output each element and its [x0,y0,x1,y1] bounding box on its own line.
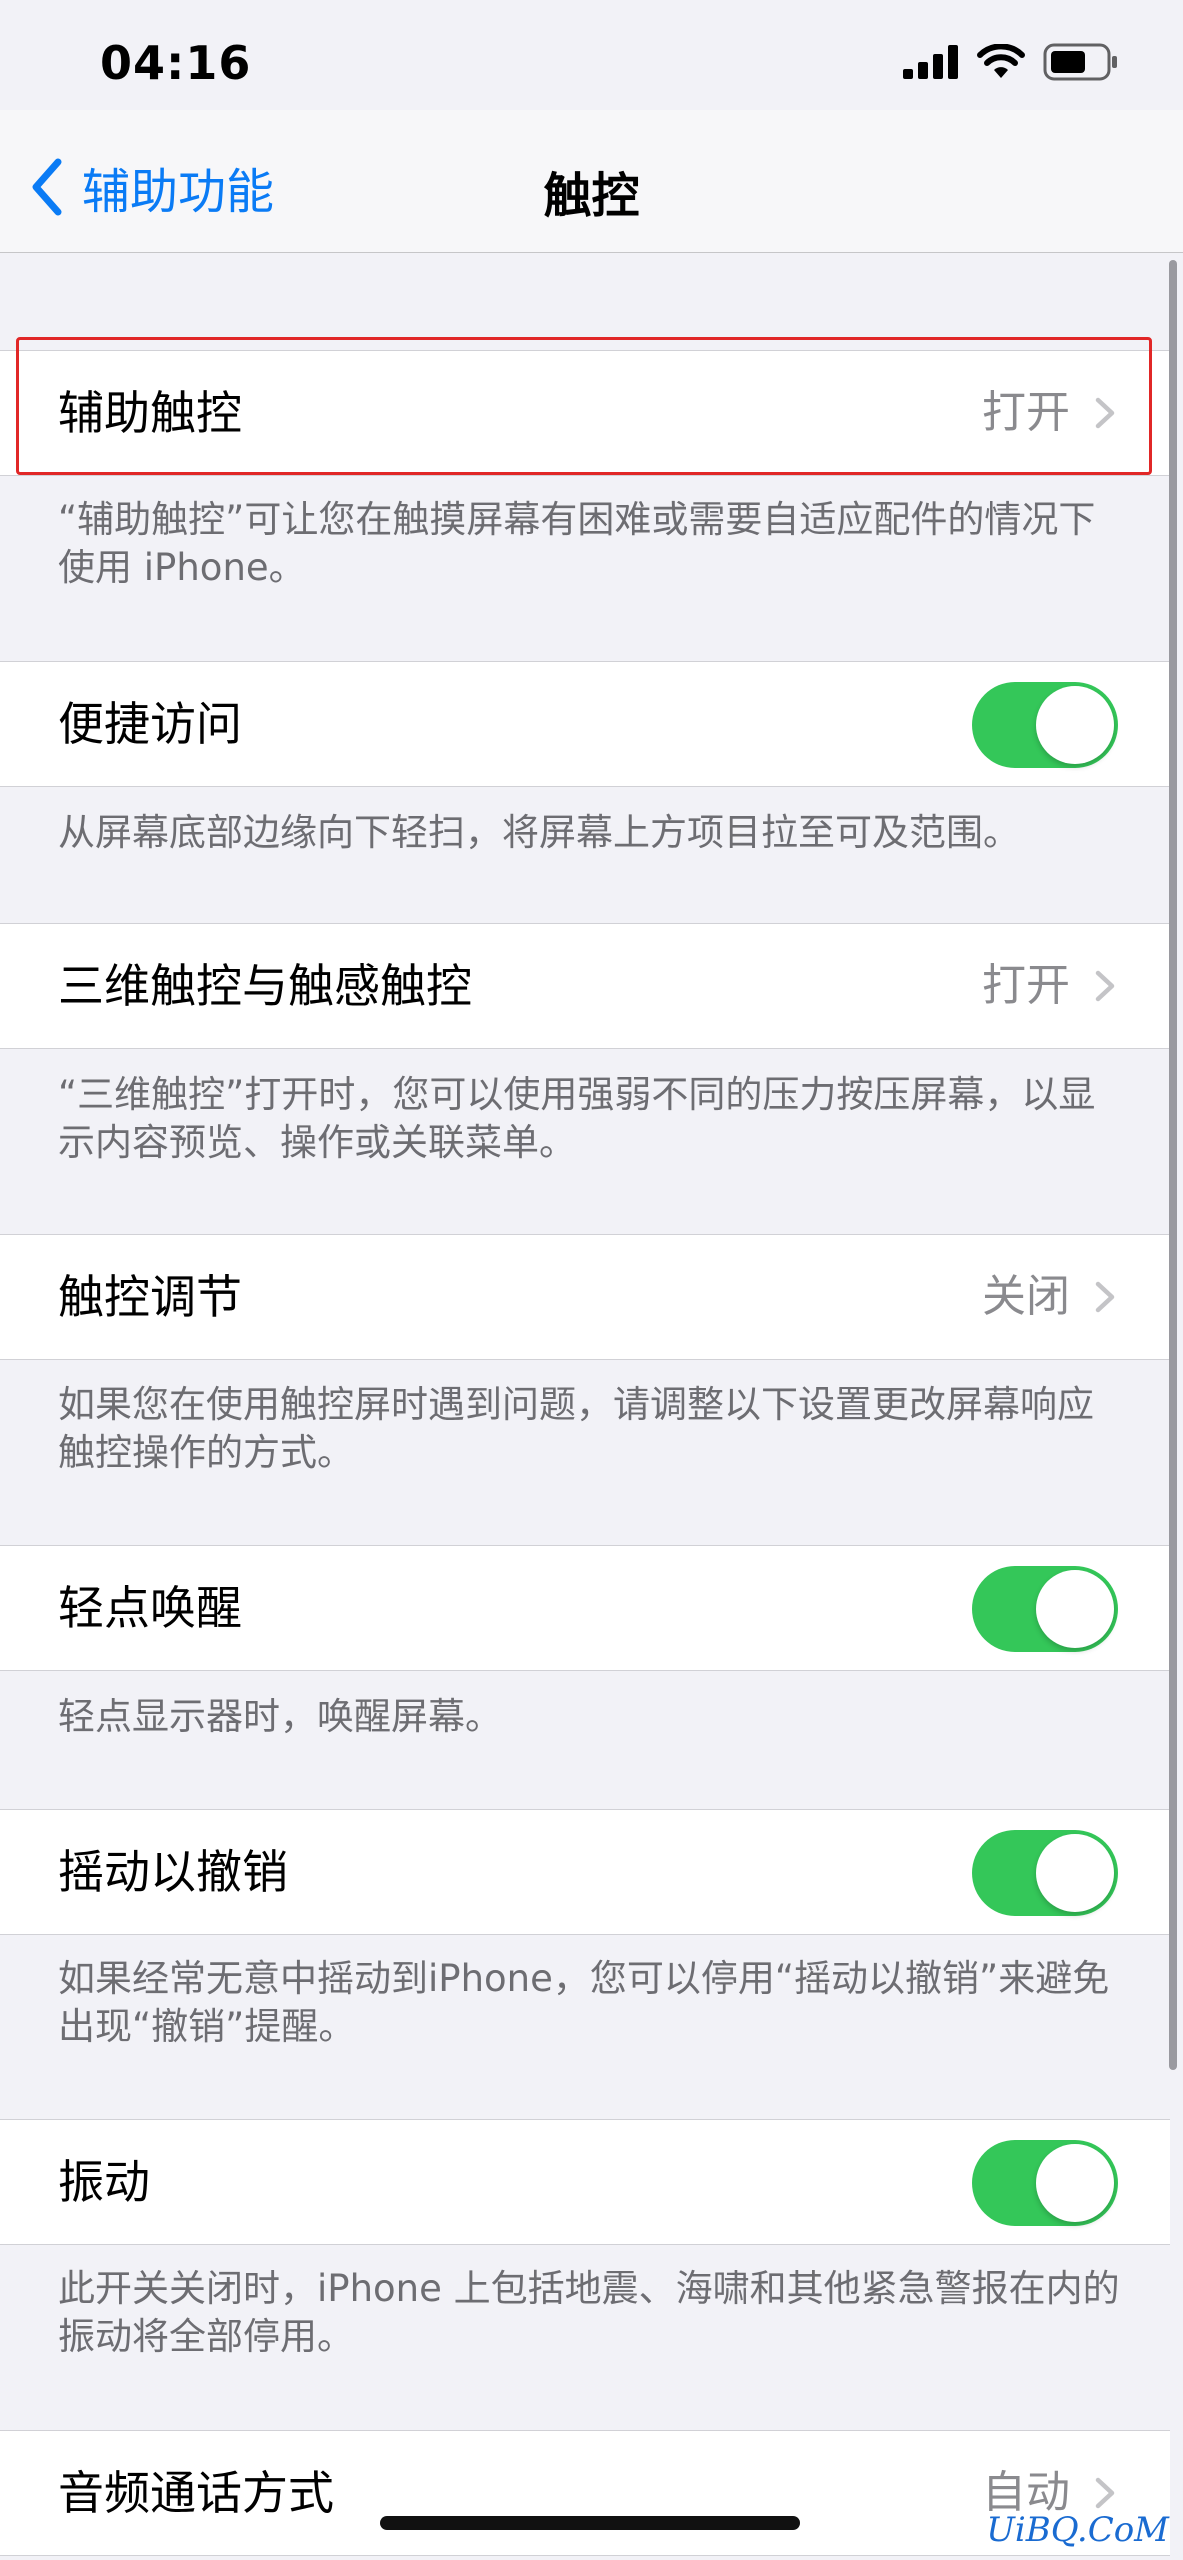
cellular-signal-icon [903,45,958,79]
row-label: 三维触控与触感触控 [58,959,472,1013]
highlight-box [16,337,1152,475]
page-title: 触控 [543,168,640,224]
status-icons [903,42,1119,82]
row-footer: 此开关关闭时，iPhone 上包括地震、海啸和其他紧急警报在内的振动将全部停用。 [58,2267,1120,2358]
toggle-knob [1036,2144,1114,2222]
status-bar: 04:16 [0,0,1183,110]
row-label: 摇动以撤销 [58,1845,288,1899]
row-footer: 如果经常无意中摇动到iPhone，您可以停用“摇动以撤销”来避免出现“撤销”提醒… [58,1957,1110,2048]
tap-to-wake-toggle[interactable] [972,1566,1118,1652]
watermark: UiBQ.CoM [986,2510,1169,2550]
wifi-icon [977,44,1025,78]
status-time: 04:16 [100,36,252,90]
row-label: 触控调节 [58,1270,242,1324]
reachability-toggle[interactable] [972,682,1118,768]
battery-icon [1043,43,1117,81]
shake-to-undo-toggle[interactable] [972,1830,1118,1916]
row-label: 音频通话方式 [58,2466,334,2520]
row-footer: “三维触控”打开时，您可以使用强弱不同的压力按压屏幕，以显示内容预览、操作或关联… [58,1073,1096,1164]
scrollbar[interactable] [1169,260,1177,2070]
row-shake-to-undo: 摇动以撤销 [0,1809,1170,1935]
row-touch-accommodations[interactable]: 触控调节 关闭 [0,1234,1170,1360]
row-value: 打开 [982,960,1070,1011]
chevron-right-icon [1095,1281,1115,1313]
toggle-knob [1036,1834,1114,1912]
chevron-right-icon [1095,970,1115,1002]
row-footer: 如果您在使用触控屏时遇到问题，请调整以下设置更改屏幕响应触控操作的方式。 [58,1383,1094,1474]
row-footer: 轻点显示器时，唤醒屏幕。 [58,1695,502,1738]
row-label: 振动 [58,2155,150,2209]
home-indicator[interactable] [380,2516,800,2530]
toggle-knob [1036,686,1114,764]
chevron-right-icon [1095,2477,1115,2509]
row-label: 轻点唤醒 [58,1581,242,1635]
row-label: 便捷访问 [58,697,242,751]
row-value: 关闭 [982,1271,1070,1322]
toggle-knob [1036,1570,1114,1648]
row-footer: 从屏幕底部边缘向下轻扫，将屏幕上方项目拉至可及范围。 [58,811,1020,854]
row-footer: “辅助触控”可让您在触摸屏幕有困难或需要自适应配件的情况下使用 iPhone。 [58,498,1096,589]
row-tap-to-wake: 轻点唤醒 [0,1545,1170,1671]
row-reachability: 便捷访问 [0,661,1170,787]
row-vibration: 振动 [0,2119,1170,2245]
navigation-bar: 辅助功能 触控 [0,110,1183,253]
row-3d-touch[interactable]: 三维触控与触感触控 打开 [0,923,1170,1049]
vibration-toggle[interactable] [972,2140,1118,2226]
